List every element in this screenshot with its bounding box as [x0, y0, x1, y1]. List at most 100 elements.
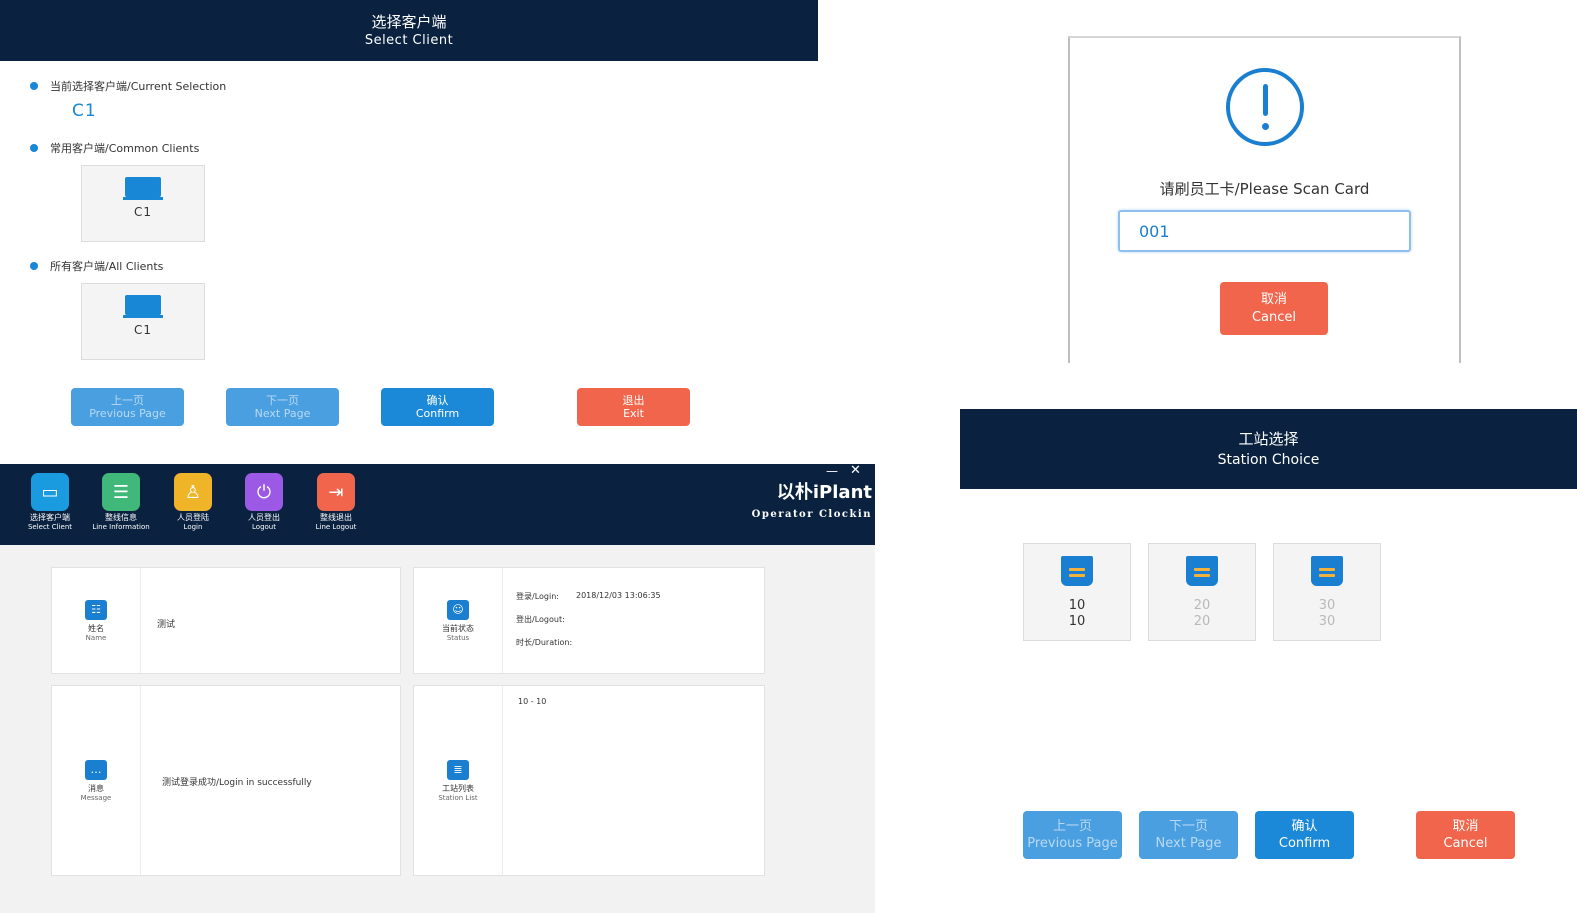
toolbar-label-cn: 人员登出 — [248, 513, 280, 522]
user-icon: ♙ — [174, 473, 212, 511]
all-client-card[interactable]: C1 — [81, 283, 205, 360]
label-cn: 消息 — [88, 783, 104, 793]
toolbar-label-en: Select Client — [27, 523, 73, 531]
contact-book-icon: ☷ — [85, 599, 107, 620]
station-choice-header: 工站选择 Station Choice — [960, 409, 1577, 489]
station-code: 20 — [1193, 598, 1211, 613]
logout-label: 登出/Logout: — [516, 615, 565, 624]
login-label: 登录/Login: — [516, 592, 559, 601]
button-label-en: Previous Page — [1027, 836, 1118, 851]
toolbar-label-cn: 整线退出 — [320, 513, 352, 522]
inbox-tray-icon — [1311, 556, 1343, 586]
next-page-button[interactable]: 下一页 Next Page — [1139, 811, 1238, 859]
name-card: ☷ 姓名 Name 测试 — [51, 567, 401, 674]
laptop-icon — [123, 177, 163, 202]
station-name: 10 — [1068, 614, 1086, 629]
scan-card-prompt: 请刷员工卡/Please Scan Card — [1159, 180, 1370, 198]
bullet-icon — [30, 262, 38, 270]
alert-icon — [1226, 68, 1304, 146]
button-label-cn: 确认 — [1291, 819, 1318, 834]
button-label-cn: 上一页 — [111, 394, 144, 407]
button-label-cn: 下一页 — [1168, 819, 1208, 834]
card-number-input[interactable] — [1118, 210, 1411, 252]
minimize-icon[interactable]: — — [826, 464, 838, 478]
inbox-tray-icon — [1186, 556, 1218, 586]
header-title-en: Select Client — [364, 33, 454, 48]
duration-label: 时长/Duration: — [516, 638, 573, 647]
station-list-value: 10 - 10 — [518, 697, 547, 706]
button-label-en: Cancel — [1251, 309, 1297, 325]
label-cn: 工站列表 — [442, 783, 474, 793]
close-icon[interactable]: ✕ — [850, 464, 861, 478]
header-title-cn: 选择客户端 — [371, 13, 447, 31]
station-list-card: ≣ 工站列表 Station List 10 - 10 — [413, 685, 765, 876]
id-badge-icon: ☺ — [447, 599, 469, 620]
power-icon: ⏻ — [245, 473, 283, 511]
bullet-icon — [30, 144, 38, 152]
current-selection-value: C1 — [72, 101, 97, 121]
client-name: C1 — [133, 323, 152, 337]
button-label-en: Cancel — [1443, 836, 1488, 851]
name-card-label: ☷ 姓名 Name — [52, 568, 141, 673]
toolbar-label-cn: 选择客户端 — [30, 513, 70, 522]
station-list-card-label: ≣ 工站列表 Station List — [414, 686, 503, 875]
header-title-en: Station Choice — [1217, 452, 1320, 468]
toolbar-label-cn: 整线信息 — [105, 513, 137, 522]
client-name: C1 — [133, 205, 152, 219]
station-card[interactable]: 10 10 — [1023, 543, 1131, 641]
login-time: 2018/12/03 13:06:35 — [576, 591, 661, 600]
toolbar-label-en: Logout — [252, 523, 276, 531]
button-label-cn: 确认 — [426, 394, 449, 407]
toolbar-line-logout[interactable]: ⇥ 整线退出 Line Logout — [303, 473, 369, 532]
toolbar-logout[interactable]: ⏻ 人员登出 Logout — [231, 473, 297, 532]
station-choice-panel: 工站选择 Station Choice 10 10 20 20 30 30 上一… — [960, 409, 1577, 913]
toolbar-label-en: Line Logout — [315, 523, 357, 531]
toolbar-select-client[interactable]: ▭ 选择客户端 Select Client — [17, 473, 83, 532]
clockin-toolbar: ▭ 选择客户端 Select Client ☰ 整线信息 Line Inform… — [0, 464, 875, 545]
laptop-icon — [123, 295, 163, 320]
station-card[interactable]: 20 20 — [1148, 543, 1256, 641]
toolbar-login[interactable]: ♙ 人员登陆 Login — [160, 473, 226, 532]
exit-button[interactable]: 退出 Exit — [577, 388, 690, 426]
button-label-en: Exit — [623, 407, 644, 420]
current-selection-section: 当前选择客户端/Current Selection — [30, 78, 226, 94]
cancel-button[interactable]: 取消 Cancel — [1220, 282, 1328, 335]
common-client-card[interactable]: C1 — [81, 165, 205, 242]
scan-card-dialog: 请刷员工卡/Please Scan Card 取消 Cancel — [1068, 36, 1461, 363]
button-label-en: Confirm — [1278, 836, 1331, 851]
button-label-en: Next Page — [254, 407, 311, 420]
confirm-button[interactable]: 确认 Confirm — [1255, 811, 1354, 859]
label-en: Status — [446, 633, 470, 642]
button-label-cn: 下一页 — [266, 394, 299, 407]
list-icon: ☰ — [102, 473, 140, 511]
station-code: 10 — [1068, 598, 1086, 613]
message-text: 测试登录成功/Login in successfully — [162, 778, 312, 788]
all-clients-section: 所有客户端/All Clients — [30, 258, 163, 274]
label-en: Station List — [438, 793, 478, 802]
operator-clockin-panel: ▭ 选择客户端 Select Client ☰ 整线信息 Line Inform… — [0, 464, 875, 913]
button-label-en: Next Page — [1155, 836, 1222, 851]
header-title-cn: 工站选择 — [1238, 430, 1299, 448]
label-cn: 当前状态 — [442, 623, 474, 633]
chat-bubble-icon: … — [85, 759, 107, 780]
station-card[interactable]: 30 30 — [1273, 543, 1381, 641]
confirm-button[interactable]: 确认 Confirm — [381, 388, 494, 426]
station-name: 30 — [1318, 614, 1336, 629]
station-name: 20 — [1193, 614, 1211, 629]
brand-logo: 以朴iPlant Operator Clockin — [732, 482, 872, 520]
button-label-cn: 取消 — [1260, 291, 1287, 307]
select-client-header: 选择客户端 Select Client — [0, 0, 818, 61]
label-cn: 姓名 — [88, 623, 104, 633]
brand-subtitle: Operator Clockin — [751, 509, 872, 520]
message-card-label: … 消息 Message — [52, 686, 141, 875]
inbox-tray-icon — [1061, 556, 1093, 586]
button-label-cn: 取消 — [1452, 819, 1479, 834]
current-selection-label: 当前选择客户端/Current Selection — [50, 80, 227, 93]
toolbar-line-information[interactable]: ☰ 整线信息 Line Information — [88, 473, 154, 532]
previous-page-button[interactable]: 上一页 Previous Page — [1023, 811, 1122, 859]
toolbar-label-cn: 人员登陆 — [177, 513, 209, 522]
previous-page-button[interactable]: 上一页 Previous Page — [71, 388, 184, 426]
cancel-button[interactable]: 取消 Cancel — [1416, 811, 1515, 859]
exit-icon: ⇥ — [317, 473, 355, 511]
next-page-button[interactable]: 下一页 Next Page — [226, 388, 339, 426]
